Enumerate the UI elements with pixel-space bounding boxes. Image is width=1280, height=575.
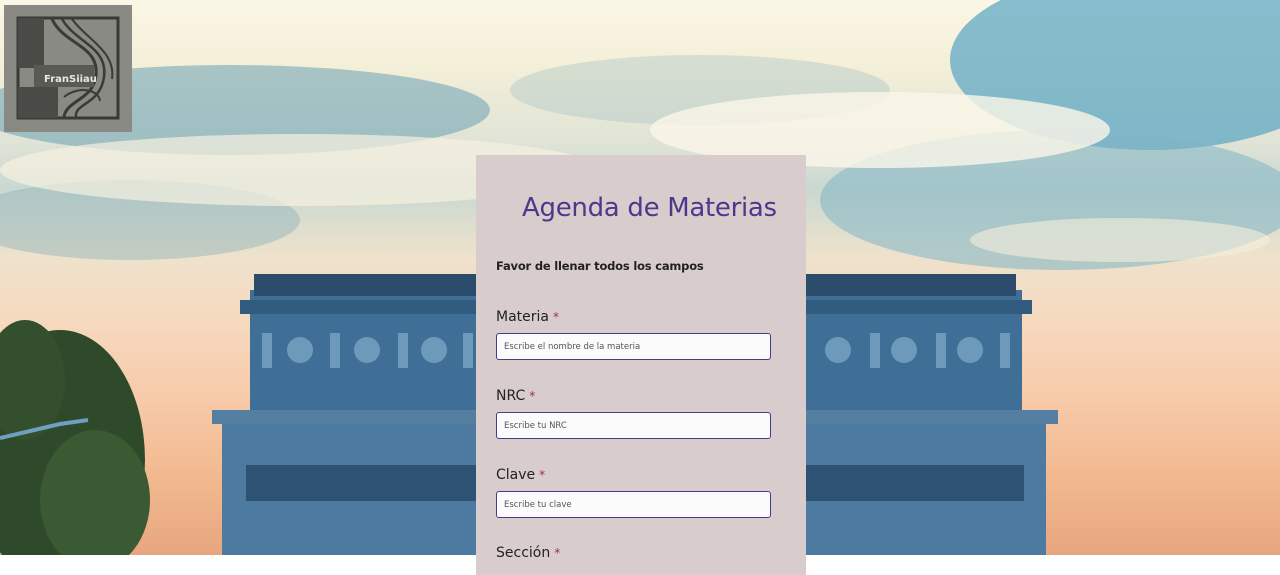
required-asterisk: * bbox=[554, 546, 561, 560]
seccion-label-text: Sección bbox=[496, 545, 551, 561]
form-title: Agenda de Materias bbox=[522, 193, 777, 223]
agenda-form-card: Agenda de Materias Favor de llenar todos… bbox=[476, 155, 806, 575]
clave-label: Clave * bbox=[496, 467, 545, 483]
nrc-label: NRC * bbox=[496, 388, 535, 404]
clave-input[interactable] bbox=[496, 491, 771, 518]
seccion-label: Sección * bbox=[496, 545, 560, 561]
clave-label-text: Clave bbox=[496, 467, 536, 483]
nrc-input[interactable] bbox=[496, 412, 771, 439]
required-asterisk: * bbox=[539, 468, 546, 482]
materia-input[interactable] bbox=[496, 333, 771, 360]
form-subtitle: Favor de llenar todos los campos bbox=[496, 259, 704, 273]
materia-label: Materia * bbox=[496, 309, 559, 325]
fransiiau-logo: FranSiiau bbox=[4, 5, 132, 132]
logo-mark-icon bbox=[16, 16, 120, 120]
required-asterisk: * bbox=[529, 389, 536, 403]
logo-text: FranSiiau bbox=[44, 74, 97, 85]
required-asterisk: * bbox=[553, 310, 559, 324]
nrc-label-text: NRC bbox=[496, 388, 526, 404]
materia-label-text: Materia bbox=[496, 309, 549, 325]
